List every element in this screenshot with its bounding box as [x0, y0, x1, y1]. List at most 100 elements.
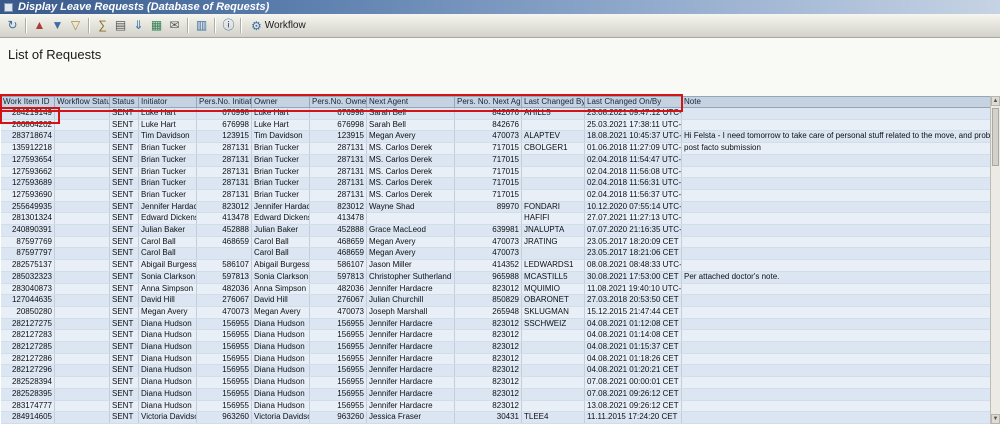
cell-workflow_status[interactable]: [54, 411, 110, 424]
cell-pers_no_next_agent[interactable]: 717015: [454, 166, 522, 179]
cell-status[interactable]: SENT: [109, 224, 139, 237]
cell-status[interactable]: SENT: [109, 247, 139, 261]
cell-owner[interactable]: Diana Hudson: [251, 353, 310, 366]
cell-initiator[interactable]: Brian Tucker: [138, 154, 197, 167]
cell-owner[interactable]: Megan Avery: [251, 306, 310, 319]
cell-pers_no_initiator[interactable]: 452888: [196, 224, 252, 237]
cell-last_changed_on[interactable]: 02.04.2018 11:56:08 UTC-5: [584, 166, 682, 179]
cell-owner[interactable]: Edward Dickens: [251, 212, 310, 226]
cell-pers_no_initiator[interactable]: [196, 247, 252, 261]
cell-next_agent[interactable]: Sarah Bell: [366, 107, 455, 120]
cell-note[interactable]: [681, 353, 990, 366]
cell-pers_no_next_agent[interactable]: 470073: [454, 130, 522, 144]
cell-next_agent[interactable]: MS. Carlos Derek: [366, 189, 455, 202]
cell-initiator[interactable]: Diana Hudson: [138, 400, 197, 413]
cell-note[interactable]: [681, 388, 990, 401]
cell-status[interactable]: SENT: [109, 376, 139, 389]
cell-work_item_id[interactable]: 283040873: [0, 283, 55, 296]
cell-note[interactable]: [681, 189, 990, 202]
cell-pers_no_next_agent[interactable]: 823012: [454, 329, 522, 343]
cell-pers_no_owner[interactable]: 156955: [309, 400, 367, 413]
cell-last_changed_on[interactable]: 18.08.2021 10:45:37 UTC-5: [584, 130, 682, 144]
cell-initiator[interactable]: Abigail Burgess: [138, 259, 197, 272]
cell-last_changed_on[interactable]: 04.08.2021 01:20:21 CET: [584, 364, 682, 378]
cell-status[interactable]: SENT: [109, 329, 139, 343]
cell-work_item_id[interactable]: 87597797: [0, 247, 55, 261]
cell-last_changed_by[interactable]: AHILL5: [521, 107, 585, 120]
cell-note[interactable]: [681, 212, 990, 226]
cell-pers_no_initiator[interactable]: 470073: [196, 306, 252, 319]
cell-last_changed_on[interactable]: 08.08.2021 08:48:33 UTC-5: [584, 259, 682, 272]
cell-pers_no_owner[interactable]: 468659: [309, 236, 367, 249]
cell-workflow_status[interactable]: [54, 259, 110, 272]
cell-last_changed_on[interactable]: 07.08.2021 09:26:12 CET: [584, 388, 682, 401]
cell-last_changed_by[interactable]: SKLUGMAN: [521, 306, 585, 319]
cell-pers_no_owner[interactable]: 413478: [309, 212, 367, 226]
cell-owner[interactable]: Luke Hart: [251, 107, 310, 120]
cell-last_changed_by[interactable]: MCASTILL5: [521, 271, 585, 284]
cell-pers_no_owner[interactable]: 156955: [309, 318, 367, 331]
cell-work_item_id[interactable]: 284914605: [0, 411, 55, 424]
cell-initiator[interactable]: Victoria Davidson: [138, 411, 197, 424]
cell-status[interactable]: SENT: [109, 271, 139, 284]
cell-status[interactable]: SENT: [109, 201, 139, 214]
cell-initiator[interactable]: Anna Simpson: [138, 283, 197, 296]
cell-pers_no_next_agent[interactable]: 823012: [454, 400, 522, 413]
cell-status[interactable]: SENT: [109, 400, 139, 413]
cell-note[interactable]: [681, 318, 990, 331]
cell-next_agent[interactable]: Jennifer Hardacre: [366, 376, 455, 389]
cell-owner[interactable]: David Hill: [251, 294, 310, 307]
cell-owner[interactable]: Sonia Clarkson: [251, 271, 310, 284]
cell-pers_no_initiator[interactable]: 156955: [196, 364, 252, 378]
cell-pers_no_owner[interactable]: 823012: [309, 201, 367, 214]
cell-initiator[interactable]: Edward Dickens: [138, 212, 197, 226]
cell-last_changed_by[interactable]: JNALUPTA: [521, 224, 585, 237]
cell-next_agent[interactable]: Grace MacLeod: [366, 224, 455, 237]
cell-last_changed_by[interactable]: [521, 341, 585, 354]
cell-next_agent[interactable]: Christopher Sutherland: [366, 271, 455, 284]
cell-last_changed_by[interactable]: [521, 376, 585, 389]
cell-workflow_status[interactable]: [54, 166, 110, 179]
cell-status[interactable]: SENT: [109, 154, 139, 167]
sort-descending-icon[interactable]: ▼: [49, 17, 66, 34]
cell-initiator[interactable]: Tim Davidson: [138, 130, 197, 144]
cell-next_agent[interactable]: MS. Carlos Derek: [366, 154, 455, 167]
info-icon[interactable]: ⓘ: [220, 17, 237, 34]
cell-work_item_id[interactable]: 284219149: [0, 107, 55, 120]
cell-status[interactable]: SENT: [109, 189, 139, 202]
cell-initiator[interactable]: Brian Tucker: [138, 166, 197, 179]
cell-workflow_status[interactable]: [54, 353, 110, 366]
cell-note[interactable]: [681, 201, 990, 214]
cell-last_changed_on[interactable]: 23.05.2017 18:20:09 CET: [584, 236, 682, 249]
cell-owner[interactable]: Diana Hudson: [251, 341, 310, 354]
cell-workflow_status[interactable]: [54, 318, 110, 331]
scroll-thumb[interactable]: [992, 108, 999, 166]
cell-owner[interactable]: Brian Tucker: [251, 142, 310, 155]
cell-pers_no_next_agent[interactable]: 823012: [454, 341, 522, 354]
cell-note[interactable]: [681, 329, 990, 343]
cell-last_changed_on[interactable]: 07.07.2020 21:16:35 UTC-5: [584, 224, 682, 237]
cell-next_agent[interactable]: MS. Carlos Derek: [366, 142, 455, 155]
cell-work_item_id[interactable]: 127593690: [0, 189, 55, 202]
column-header-last_changed_on[interactable]: Last Changed On/By: [584, 96, 682, 108]
cell-last_changed_on[interactable]: 23.05.2017 18:21:06 CET: [584, 247, 682, 261]
cell-last_changed_on[interactable]: 04.08.2021 01:18:26 CET: [584, 353, 682, 366]
cell-workflow_status[interactable]: [54, 189, 110, 202]
cell-pers_no_owner[interactable]: 586107: [309, 259, 367, 272]
cell-initiator[interactable]: Brian Tucker: [138, 142, 197, 155]
cell-owner[interactable]: Diana Hudson: [251, 329, 310, 343]
cell-workflow_status[interactable]: [54, 376, 110, 389]
cell-next_agent[interactable]: MS. Carlos Derek: [366, 166, 455, 179]
cell-last_changed_on[interactable]: 30.08.2021 17:53:00 CET: [584, 271, 682, 284]
cell-last_changed_by[interactable]: LEDWARDS1: [521, 259, 585, 272]
cell-workflow_status[interactable]: [54, 294, 110, 307]
refresh-icon[interactable]: ↻: [4, 17, 21, 34]
cell-pers_no_next_agent[interactable]: 823012: [454, 388, 522, 401]
cell-pers_no_initiator[interactable]: 287131: [196, 177, 252, 190]
cell-work_item_id[interactable]: 282127286: [0, 353, 55, 366]
cell-note[interactable]: [681, 166, 990, 179]
cell-status[interactable]: SENT: [109, 353, 139, 366]
cell-owner[interactable]: Abigail Burgess: [251, 259, 310, 272]
cell-note[interactable]: [681, 224, 990, 237]
cell-status[interactable]: SENT: [109, 294, 139, 307]
